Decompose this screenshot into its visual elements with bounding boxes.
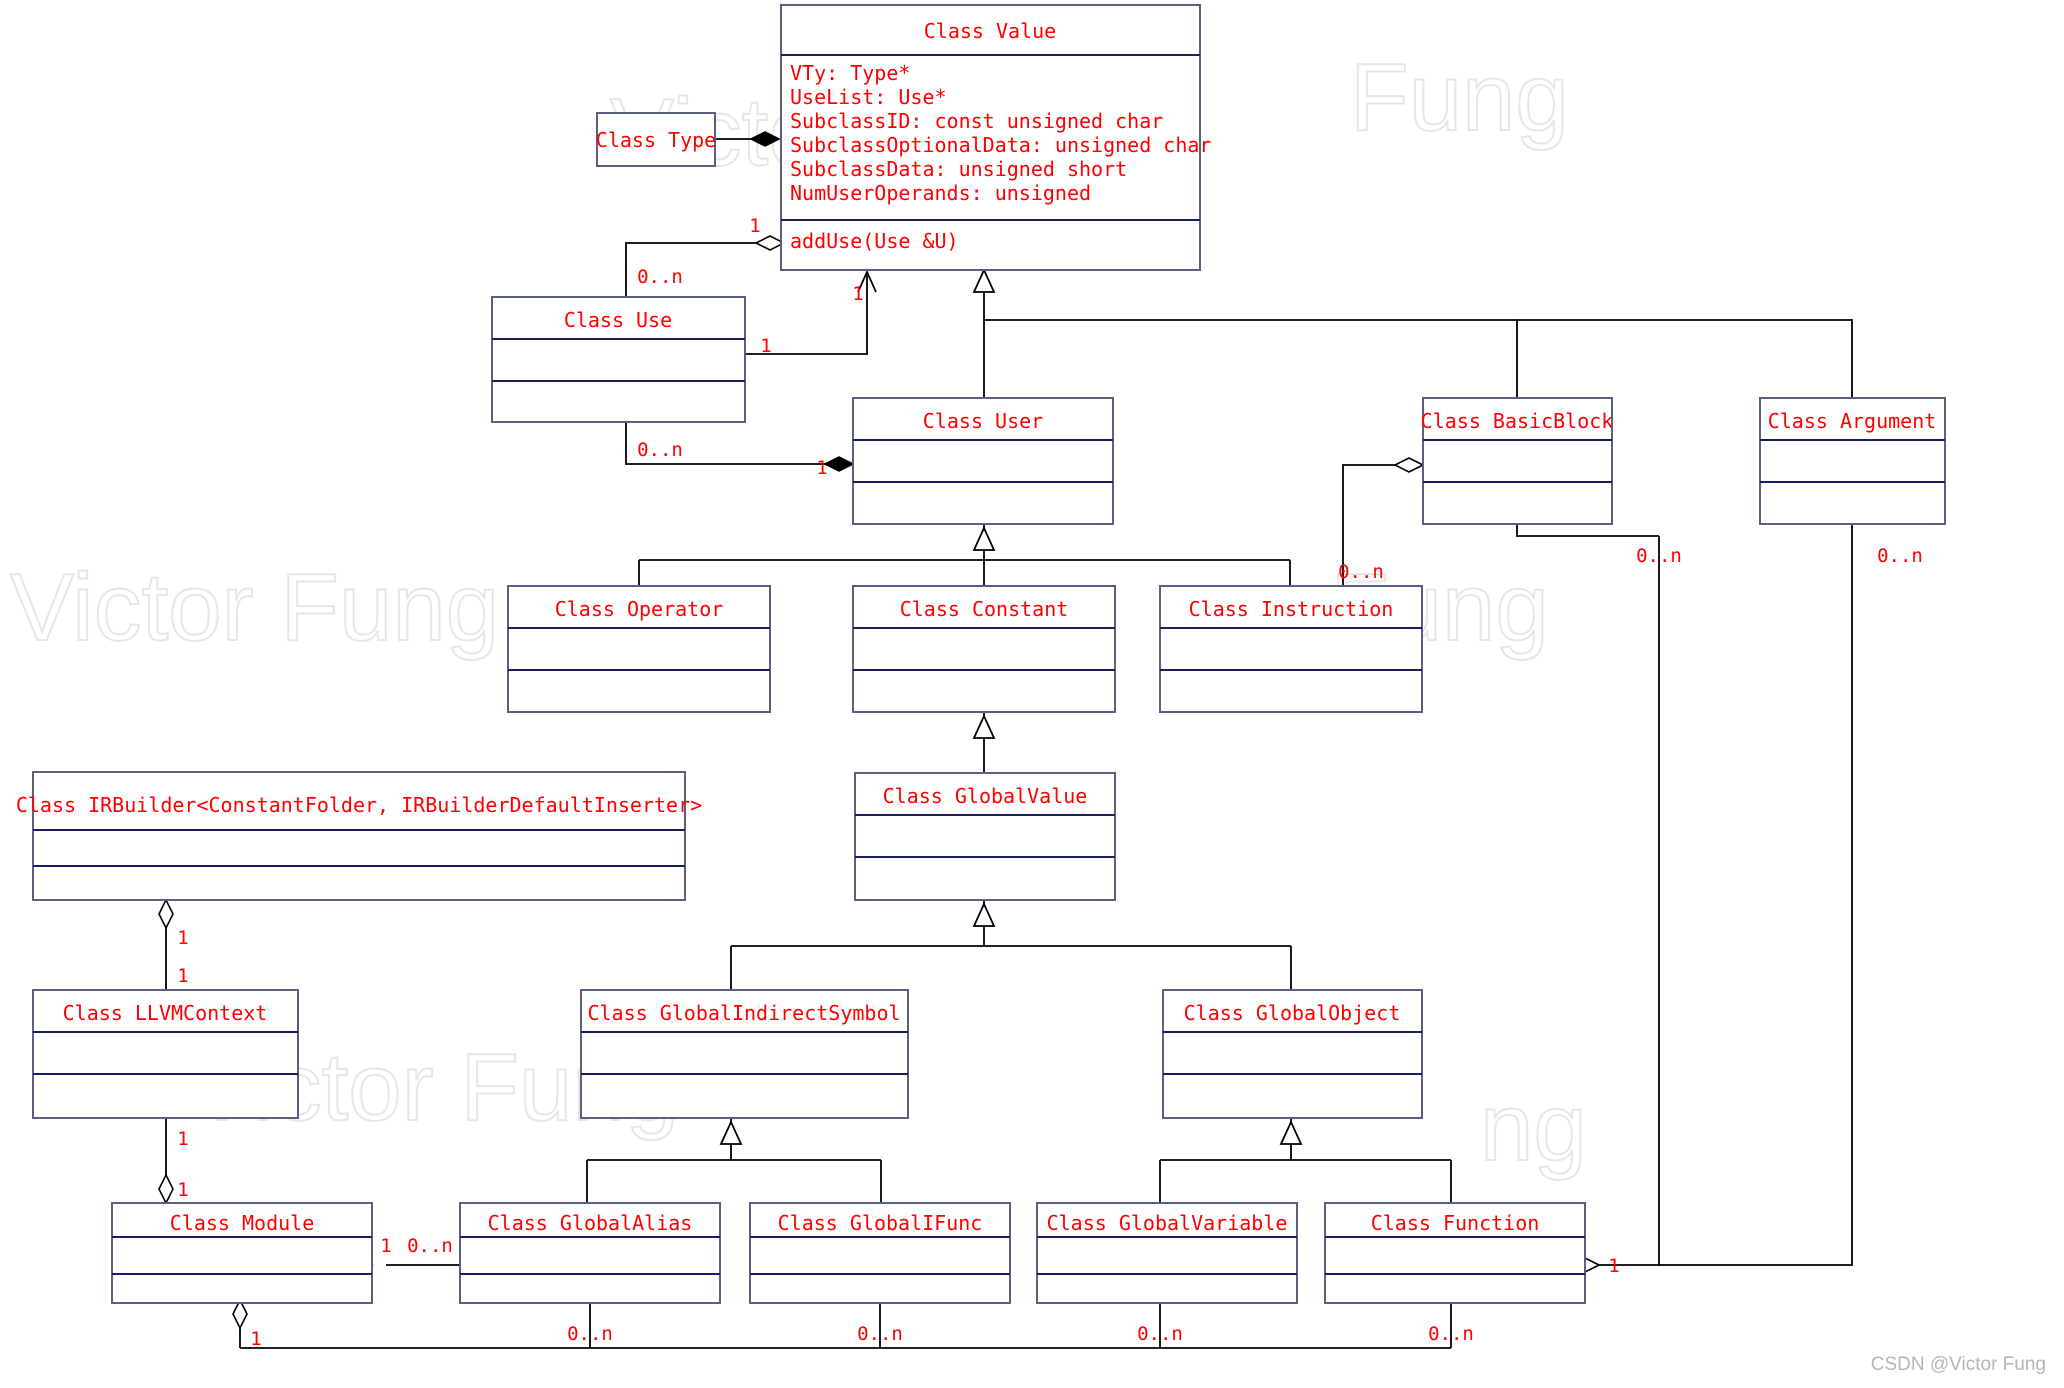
class-title-globalindirectsymbol: Class GlobalIndirectSymbol <box>587 1001 900 1025</box>
relationship-edges: Value : filled diamond at Value left bor… <box>158 131 1853 1349</box>
class-box-globalindirectsymbol[interactable]: Class GlobalIndirectSymbol <box>580 989 909 1119</box>
mult-use-user-right-1: 1 <box>760 335 771 357</box>
class-title-llvmcontext: Class LLVMContext <box>63 1001 268 1025</box>
class-box-user[interactable]: Class User <box>852 397 1114 525</box>
class-title-globalobject: Class GlobalObject <box>1184 1001 1401 1025</box>
mult-llvmcontext-top-1: 1 <box>177 965 188 987</box>
class-box-function[interactable]: Class Function <box>1324 1202 1586 1304</box>
mult-value-use-1: 1 <box>749 215 760 237</box>
generalization-triangle-go-subclasses <box>1279 1119 1303 1145</box>
class-box-globalvariable[interactable]: Class GlobalVariable <box>1036 1202 1298 1304</box>
mult-argument-0n: 0..n <box>1877 545 1923 567</box>
class-attr-value-1: UseList: Use* <box>790 85 947 109</box>
class-title-basicblock: Class BasicBlock <box>1421 409 1614 433</box>
class-title-instruction: Class Instruction <box>1189 597 1394 621</box>
generalization-triangle-globalvalue-subclasses <box>972 901 996 927</box>
mult-use-value-0n: 0..n <box>637 266 683 288</box>
class-title-constant: Class Constant <box>900 597 1069 621</box>
mult-instruction-0n: 0..n <box>1338 561 1384 583</box>
class-title-value: Class Value <box>924 19 1056 43</box>
uml-diagram-canvas: Victor Fung Fung Victor Fung Fung Victor… <box>0 0 2064 1388</box>
generalization-triangle-user-subclasses <box>972 525 996 551</box>
class-attr-value-4: SubclassData: unsigned short <box>790 157 1127 181</box>
class-box-globalalias[interactable]: Class GlobalAlias <box>459 1202 721 1304</box>
mult-module-alias-1: 1 <box>380 1235 391 1257</box>
generalization-triangle-gis-subclasses <box>719 1119 743 1145</box>
generalization-triangle-globalvalue-constant <box>972 713 996 739</box>
class-attr-value-0: VTy: Type* <box>790 61 910 85</box>
class-box-irbuilder[interactable]: Class IRBuilder<ConstantFolder, IRBuilde… <box>16 771 702 901</box>
aggregation-diamond-module-globals <box>232 1298 248 1330</box>
mult-llvmcontext-bottom-1: 1 <box>177 1128 188 1150</box>
mult-module-bottom-1: 1 <box>250 1328 261 1350</box>
class-box-globalobject[interactable]: Class GlobalObject <box>1162 989 1423 1119</box>
mult-globalifunc-0n: 0..n <box>857 1323 903 1345</box>
class-title-globalvariable: Class GlobalVariable <box>1047 1211 1288 1235</box>
edge-function-basicblock <box>1599 536 1660 1266</box>
svg-text:Fung: Fung <box>1350 44 1569 151</box>
class-box-type[interactable]: Class Type <box>596 112 716 167</box>
aggregation-diamond-value-use <box>754 235 786 251</box>
class-box-instruction[interactable]: Class Instruction <box>1159 585 1423 713</box>
class-title-globalvalue: Class GlobalValue <box>883 784 1088 808</box>
edge-argument-value <box>1517 319 1853 398</box>
class-title-use: Class Use <box>564 308 672 332</box>
aggregation-diamond-irbuilder <box>158 898 174 930</box>
class-box-llvmcontext[interactable]: Class LLVMContext <box>32 989 299 1119</box>
class-box-use[interactable]: Class Use <box>491 296 746 423</box>
mult-globalvariable-0n: 0..n <box>1137 1323 1183 1345</box>
class-title-argument: Class Argument <box>1768 409 1937 433</box>
class-attr-value-5: NumUserOperands: unsigned <box>790 181 1091 205</box>
mult-globalalias-0n: 0..n <box>567 1323 613 1345</box>
aggregation-diamond-llvmcontext-module <box>158 1173 174 1205</box>
mult-basicblock-0n: 0..n <box>1636 545 1682 567</box>
class-title-globalifunc: Class GlobalIFunc <box>778 1211 983 1235</box>
class-box-value[interactable]: Class Value VTy: Type* UseList: Use* Sub… <box>780 4 1211 271</box>
aggregation-diamond-instruction-basicblock <box>1393 457 1425 473</box>
mult-alias-module-0n: 0..n <box>407 1235 453 1257</box>
class-box-basicblock[interactable]: Class BasicBlock <box>1421 397 1614 525</box>
mult-function-right-1: 1 <box>1608 1255 1619 1277</box>
class-box-module[interactable]: Class Module <box>111 1202 373 1304</box>
mult-user-use-right-1: 1 <box>816 457 827 479</box>
class-title-irbuilder: Class IRBuilder<ConstantFolder, IRBuilde… <box>16 793 702 817</box>
class-title-operator: Class Operator <box>555 597 724 621</box>
class-attr-value-3: SubclassOptionalData: unsigned char <box>790 133 1211 157</box>
class-box-operator[interactable]: Class Operator <box>507 585 771 713</box>
class-box-globalifunc[interactable]: Class GlobalIFunc <box>749 1202 1011 1304</box>
class-title-type: Class Type <box>596 128 716 152</box>
class-box-argument[interactable]: Class Argument <box>1759 397 1946 525</box>
edge-basicblock-value <box>984 319 1518 398</box>
class-title-module: Class Module <box>170 1211 315 1235</box>
svg-text:Victor Fung: Victor Fung <box>10 554 499 661</box>
class-title-function: Class Function <box>1371 1211 1540 1235</box>
composition-diamond-user-use <box>823 456 855 472</box>
mult-user-use-0n: 0..n <box>637 439 683 461</box>
edge-basicblock-down <box>1516 524 1659 537</box>
mult-function-0n: 0..n <box>1428 1323 1474 1345</box>
generalization-triangle-user-value <box>972 267 996 293</box>
edge-function-argument <box>1659 536 1853 1266</box>
class-box-globalvalue[interactable]: Class GlobalValue <box>854 772 1116 901</box>
class-method-value-0: addUse(Use &U) <box>790 229 959 253</box>
class-title-user: Class User <box>923 409 1043 433</box>
class-box-constant[interactable]: Class Constant <box>852 585 1116 713</box>
class-attr-value-2: SubclassID: const unsigned char <box>790 109 1163 133</box>
csdn-credit: CSDN @Victor Fung <box>1871 1354 2046 1375</box>
mult-use-value-right-1: 1 <box>852 283 863 305</box>
mult-irbuilder-1: 1 <box>177 927 188 949</box>
mult-module-top-1: 1 <box>177 1179 188 1201</box>
svg-text:ng: ng <box>1480 1074 1587 1181</box>
uml-diagram-svg: Victor Fung Fung Victor Fung Fung Victor… <box>9 4 2046 1375</box>
class-title-globalalias: Class GlobalAlias <box>488 1211 693 1235</box>
